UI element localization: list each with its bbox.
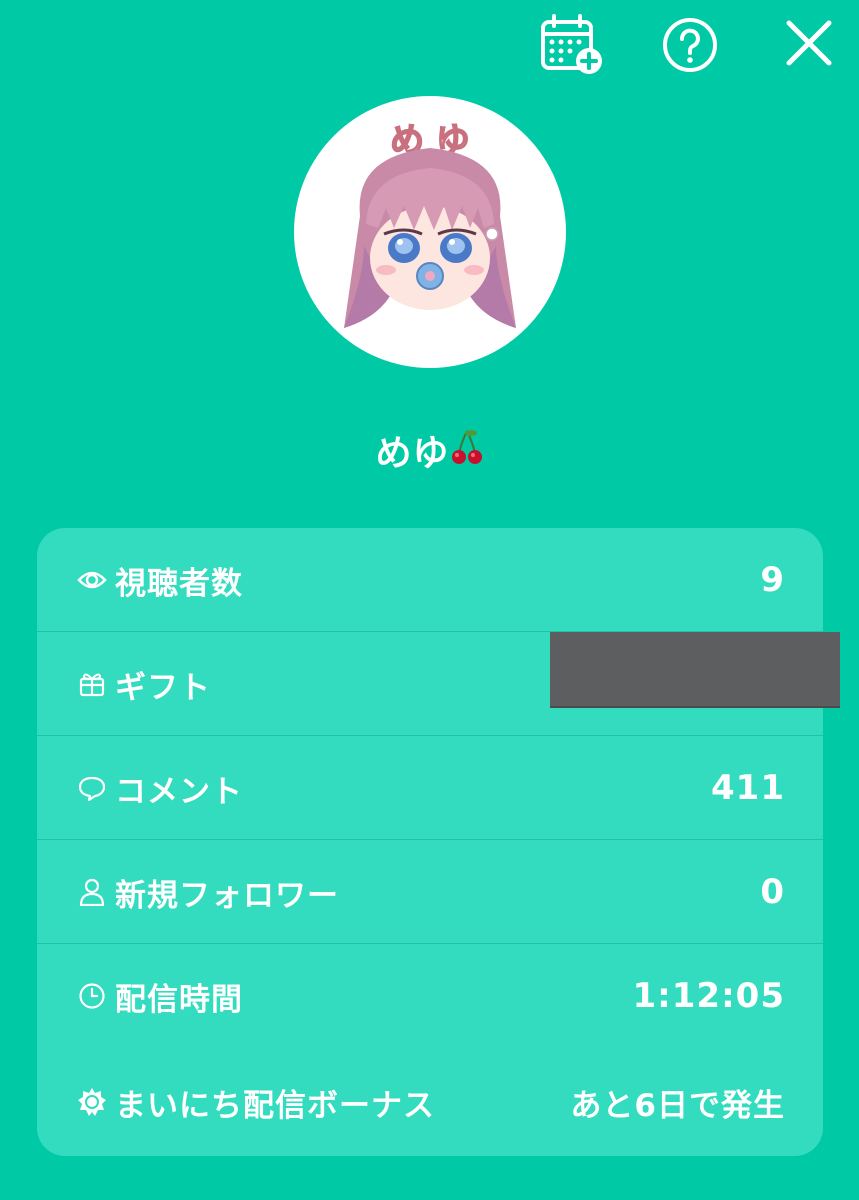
sun-icon bbox=[77, 1087, 107, 1117]
stat-value: 1:12:05 bbox=[632, 976, 785, 1016]
close-icon bbox=[786, 20, 832, 66]
stream-stats-card: 視聴者数 9 ギフト コメント 411 新規フォロワー 0 配信時間 1:12:… bbox=[37, 528, 823, 1156]
stat-label: ギフト bbox=[115, 669, 211, 706]
clock-icon bbox=[77, 981, 107, 1011]
stat-row-comments: コメント 411 bbox=[37, 736, 823, 840]
stat-value: あと6日で発生 bbox=[570, 1087, 785, 1124]
top-bar bbox=[0, 0, 859, 90]
username-text: めゆ bbox=[375, 433, 450, 474]
person-icon bbox=[77, 877, 107, 907]
avatar-illustration: め ゆ bbox=[344, 120, 516, 328]
avatar[interactable]: め ゆ bbox=[294, 96, 566, 368]
stat-label: まいにち配信ボーナス bbox=[115, 1087, 435, 1124]
eye-icon bbox=[77, 565, 107, 595]
stat-label: コメント bbox=[115, 773, 243, 810]
stat-value: 0 bbox=[760, 872, 785, 912]
username: めゆ bbox=[0, 424, 859, 476]
redaction-overlay bbox=[550, 632, 840, 706]
stat-label: 視聴者数 bbox=[115, 565, 243, 602]
cherry-icon bbox=[451, 430, 482, 464]
calendar-add-button[interactable] bbox=[537, 10, 607, 80]
stat-row-daily-bonus: まいにち配信ボーナス あと6日で発生 bbox=[37, 1050, 823, 1154]
stat-row-stream-time: 配信時間 1:12:05 bbox=[37, 944, 823, 1048]
close-button[interactable] bbox=[774, 8, 844, 78]
stat-row-viewers: 視聴者数 9 bbox=[37, 528, 823, 632]
stat-value: 411 bbox=[711, 768, 785, 808]
stat-label: 新規フォロワー bbox=[115, 877, 339, 914]
help-circle-icon bbox=[663, 18, 717, 72]
gift-icon bbox=[77, 669, 107, 699]
help-button[interactable] bbox=[655, 10, 725, 80]
stat-label: 配信時間 bbox=[115, 981, 243, 1018]
calendar-add-icon bbox=[541, 14, 602, 74]
comment-icon bbox=[77, 773, 107, 803]
stat-value: 9 bbox=[760, 560, 785, 600]
stat-row-new-followers: 新規フォロワー 0 bbox=[37, 840, 823, 944]
